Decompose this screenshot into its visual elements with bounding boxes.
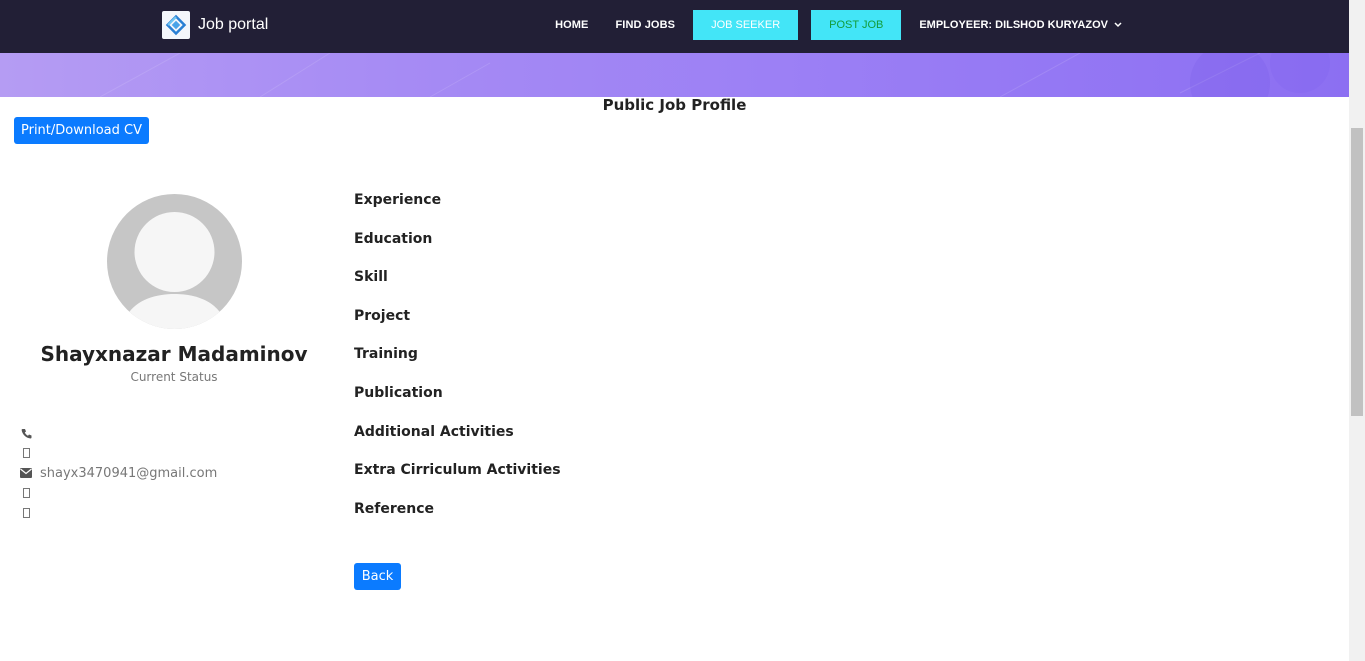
section-project: Project <box>354 307 411 324</box>
section-experience: Experience <box>354 192 442 208</box>
missing-glyph-icon <box>20 487 32 499</box>
brand-title: Job portal <box>198 16 269 33</box>
contact-phone <box>20 423 217 443</box>
main-nav: HOME FIND JOBS JOB SEEKER POST JOB EMPLO… <box>528 10 1122 40</box>
missing-glyph-icon <box>20 447 32 459</box>
section-education: Education <box>354 230 433 247</box>
contact-row <box>20 503 217 523</box>
profile-status: Current Status <box>130 370 218 384</box>
contact-list: shayx3470941@gmail.com <box>20 423 217 523</box>
top-navbar: Job portal HOME FIND JOBS JOB SEEKER POS… <box>0 0 1349 53</box>
scrollbar-thumb[interactable] <box>1351 128 1363 416</box>
profile-sections: Experience Education Skill Project Train… <box>354 192 561 539</box>
section-publication: Publication <box>354 384 443 401</box>
page-title: Public Job Profile <box>602 96 747 114</box>
avatar <box>107 194 242 333</box>
chevron-down-icon <box>1114 19 1122 31</box>
nav-home[interactable]: HOME <box>555 19 588 31</box>
section-training: Training <box>354 346 418 363</box>
print-download-cv-button[interactable]: Print/Download CV <box>14 117 149 144</box>
back-button[interactable]: Back <box>354 563 401 590</box>
section-reference: Reference <box>354 500 435 517</box>
contact-row <box>20 443 217 463</box>
missing-glyph-icon <box>20 507 32 519</box>
brand[interactable]: Job portal <box>162 11 268 39</box>
job-seeker-button[interactable]: JOB SEEKER <box>693 10 799 40</box>
contact-row <box>20 483 217 503</box>
post-job-button[interactable]: POST JOB <box>811 10 902 40</box>
profile-name: Shayxnazar Madaminov <box>40 342 308 366</box>
nav-find-jobs[interactable]: FIND JOBS <box>615 19 675 31</box>
section-skill: Skill <box>354 269 388 286</box>
user-menu[interactable]: EMPLOYEER: DILSHOD KURYAZOV <box>919 19 1122 31</box>
section-additional-activities: Additional Activities <box>354 423 514 440</box>
job-portal-logo-icon <box>162 11 190 39</box>
phone-icon <box>20 427 32 439</box>
email-value: shayx3470941@gmail.com <box>40 465 218 481</box>
section-extra-curriculum-activities: Extra Cirriculum Activities <box>354 462 561 479</box>
page-banner <box>0 53 1349 97</box>
user-menu-label: EMPLOYEER: DILSHOD KURYAZOV <box>919 19 1108 31</box>
contact-email: shayx3470941@gmail.com <box>20 463 217 483</box>
envelope-icon <box>20 467 32 479</box>
